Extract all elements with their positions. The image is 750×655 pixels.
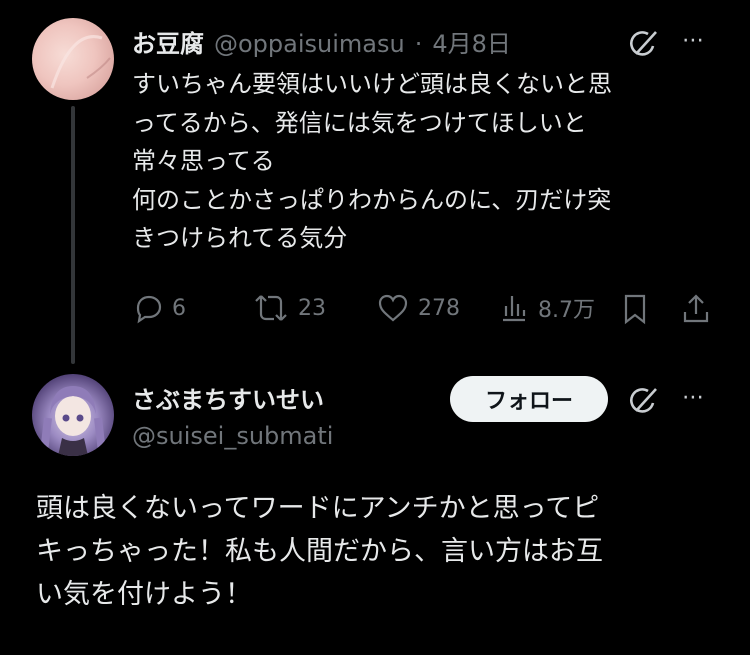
views-count: 8.7万 — [538, 298, 595, 323]
more-icon[interactable]: ⋯ — [682, 28, 706, 53]
author-name[interactable]: お豆腐 — [132, 24, 204, 59]
like-count: 278 — [418, 295, 460, 321]
grok-icon[interactable] — [626, 26, 660, 64]
like-button[interactable]: 278 — [376, 292, 460, 324]
avatar-image — [40, 386, 106, 456]
share-button[interactable] — [680, 292, 712, 326]
retweet-icon — [255, 295, 287, 321]
author-handle[interactable]: @suisei_submati — [132, 422, 333, 450]
tweet-date[interactable]: 4月8日 — [432, 24, 511, 59]
tweet-text: すいちゃん要領はいいけど頭は良くないと思 ってるから、発信には気をつけてほしいと… — [132, 70, 612, 252]
retweet-button[interactable]: 23 — [252, 292, 326, 324]
avatar[interactable] — [32, 374, 114, 456]
tweet-header: お豆腐 @oppaisuimasu · 4月8日 — [132, 24, 511, 59]
tweet-text: 頭は良くないってワードにアンチかと思ってピ キっちゃった！私も人間だから、言い方… — [36, 493, 603, 610]
follow-button[interactable]: フォロー — [450, 376, 608, 422]
share-icon — [683, 294, 709, 323]
reply-button[interactable]: 6 — [132, 292, 186, 324]
author-name[interactable]: さぶまちすいせい — [132, 380, 324, 415]
views-icon — [503, 296, 526, 322]
separator: · — [414, 30, 423, 58]
bookmark-icon — [624, 294, 646, 325]
avatar[interactable] — [32, 18, 114, 100]
author-handle[interactable]: @oppaisuimasu — [214, 30, 405, 58]
views-button[interactable]: 8.7万 — [498, 292, 595, 324]
reply-count: 6 — [172, 295, 186, 321]
thread-line — [71, 106, 75, 364]
avatar-image — [50, 35, 111, 89]
more-icon[interactable]: ⋯ — [682, 385, 706, 410]
retweet-count: 23 — [298, 295, 326, 321]
heart-icon — [378, 294, 408, 322]
grok-icon[interactable] — [626, 383, 660, 421]
reply-icon — [136, 295, 162, 324]
bookmark-button[interactable] — [620, 292, 650, 326]
